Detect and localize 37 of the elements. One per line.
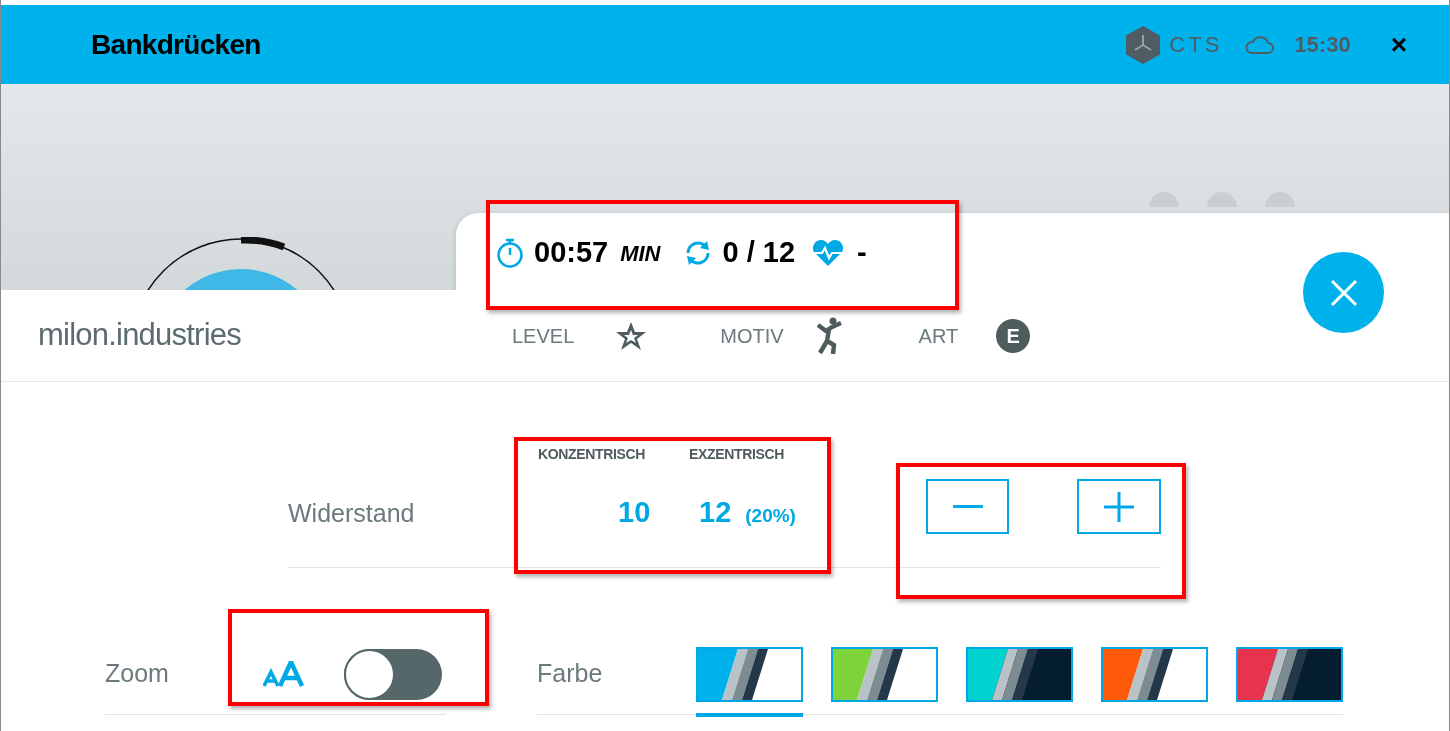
mode-badge: E xyxy=(996,318,1031,353)
resistance-value: 10 xyxy=(618,495,651,530)
timer-unit: MIN xyxy=(620,239,661,268)
color-swatch[interactable] xyxy=(1101,646,1208,702)
color-swatch[interactable] xyxy=(831,646,938,702)
timer-value: 00:57 xyxy=(534,235,609,271)
decrease-button[interactable] xyxy=(926,479,1009,534)
row-label: Widerstand xyxy=(288,498,416,529)
column-heading: KONZENTRISCH xyxy=(538,445,647,464)
section-label: LEVEL xyxy=(512,323,575,349)
heart-rate-value: - xyxy=(857,235,867,271)
resistance-value: 12 xyxy=(699,495,732,530)
window-title: Bankdrücken xyxy=(91,27,261,62)
section-label: MOTIV xyxy=(720,323,784,349)
plus-icon xyxy=(1104,491,1134,522)
reps-count: 0 / 12 xyxy=(722,235,796,271)
column-heading: EXZENTRISCH xyxy=(689,445,785,464)
increase-button[interactable] xyxy=(1077,479,1161,534)
percent-value: (20%) xyxy=(745,504,796,528)
color-swatch[interactable] xyxy=(966,646,1073,702)
row-label: Farbe xyxy=(537,658,604,690)
font-size-icon xyxy=(263,661,305,687)
zoom-toggle[interactable] xyxy=(344,648,442,700)
color-swatch[interactable] xyxy=(696,646,803,702)
hexagon-logo-icon xyxy=(1125,24,1162,65)
stopwatch-icon xyxy=(496,237,524,269)
cloud-icon xyxy=(1244,35,1275,54)
clock-time: 15:30 xyxy=(1294,31,1351,59)
minus-icon xyxy=(952,505,983,508)
brand-label: milon.industries xyxy=(38,316,242,355)
brand-name: CTS xyxy=(1169,31,1223,59)
section-label: ART xyxy=(918,323,959,349)
close-icon xyxy=(1329,278,1358,307)
close-button[interactable]: × xyxy=(1390,30,1407,59)
color-swatch[interactable] xyxy=(1236,646,1343,702)
heart-rate-icon xyxy=(811,239,846,267)
row-label: Zoom xyxy=(105,658,170,690)
